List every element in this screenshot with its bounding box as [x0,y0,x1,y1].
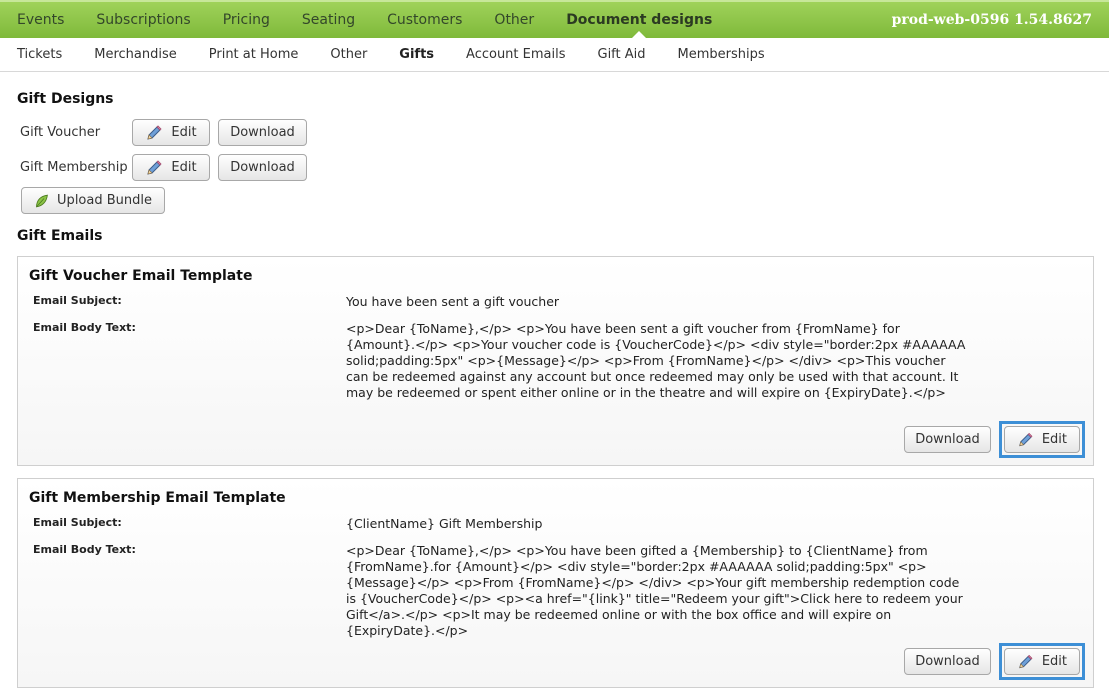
voucher-email-edit-button[interactable]: Edit [1004,426,1080,453]
tab-other[interactable]: Other [314,47,383,62]
email-body-value: <p>Dear {ToName},</p> <p>You have been g… [346,543,963,638]
email-body-label: Email Body Text: [33,321,136,334]
voucher-email-download-button[interactable]: Download [904,426,991,453]
gift-voucher-row: Gift Voucher Edit Download [20,119,307,146]
nav-events[interactable]: Events [0,2,80,38]
nav-other[interactable]: Other [478,2,550,38]
panel-title: Gift Membership Email Template [29,490,286,506]
upload-bundle-button[interactable]: Upload Bundle [21,187,165,214]
membership-email-edit-label: Edit [1041,654,1067,669]
gift-voucher-edit-button[interactable]: Edit [132,119,210,146]
nav-seating[interactable]: Seating [286,2,371,38]
voucher-email-edit-label: Edit [1041,432,1067,447]
panel-title: Gift Voucher Email Template [29,268,253,284]
tab-gift-aid[interactable]: Gift Aid [582,47,662,62]
nav-document-designs[interactable]: Document designs [550,2,728,38]
gift-designs-title: Gift Designs [17,91,114,107]
tab-account-emails[interactable]: Account Emails [450,47,581,62]
email-subject-value: {ClientName} Gift Membership [346,516,543,531]
panel-actions: Download Edit [904,643,1085,680]
email-body-value: <p>Dear {ToName},</p> <p>You have been s… [346,321,966,400]
edit-highlight: Edit [999,643,1085,680]
tab-print-at-home[interactable]: Print at Home [193,47,315,62]
tab-tickets[interactable]: Tickets [0,47,78,62]
upload-bundle-label: Upload Bundle [57,193,152,208]
tab-merchandise[interactable]: Merchandise [78,47,193,62]
gift-emails-title: Gift Emails [17,228,103,244]
gift-membership-row: Gift Membership Edit Download [20,154,307,181]
email-body-label: Email Body Text: [33,543,136,556]
gift-voucher-edit-label: Edit [171,125,197,140]
top-nav: Events Subscriptions Pricing Seating Cus… [0,0,1109,38]
gift-membership-download-button[interactable]: Download [218,154,307,181]
sub-nav: Tickets Merchandise Print at Home Other … [0,38,1109,72]
nav-pricing[interactable]: Pricing [207,2,286,38]
gift-voucher-label: Gift Voucher [20,125,101,140]
nav-customers[interactable]: Customers [371,2,478,38]
gift-voucher-email-panel: Gift Voucher Email Template Email Subjec… [17,256,1094,466]
panel-actions: Download Edit [904,421,1085,458]
gift-membership-edit-button[interactable]: Edit [132,154,210,181]
gift-membership-email-panel: Gift Membership Email Template Email Sub… [17,478,1094,688]
pencil-icon [1019,654,1033,668]
edit-highlight: Edit [999,421,1085,458]
server-version: prod-web-0596 1.54.8627 [891,12,1092,28]
email-subject-value: You have been sent a gift voucher [346,294,560,309]
tab-memberships[interactable]: Memberships [662,47,781,62]
leaf-icon [36,194,48,207]
gift-membership-edit-label: Edit [171,160,197,175]
nav-subscriptions[interactable]: Subscriptions [80,2,206,38]
upload-row: Upload Bundle [21,187,165,214]
email-subject-label: Email Subject: [33,516,122,529]
email-subject-label: Email Subject: [33,294,122,307]
gift-voucher-download-button[interactable]: Download [218,119,307,146]
gift-membership-label: Gift Membership [20,160,128,175]
membership-email-edit-button[interactable]: Edit [1004,648,1080,675]
pencil-icon [1019,432,1033,446]
pencil-icon [147,159,162,175]
pencil-icon [147,124,162,140]
tab-gifts[interactable]: Gifts [383,47,450,62]
membership-email-download-button[interactable]: Download [904,648,991,675]
